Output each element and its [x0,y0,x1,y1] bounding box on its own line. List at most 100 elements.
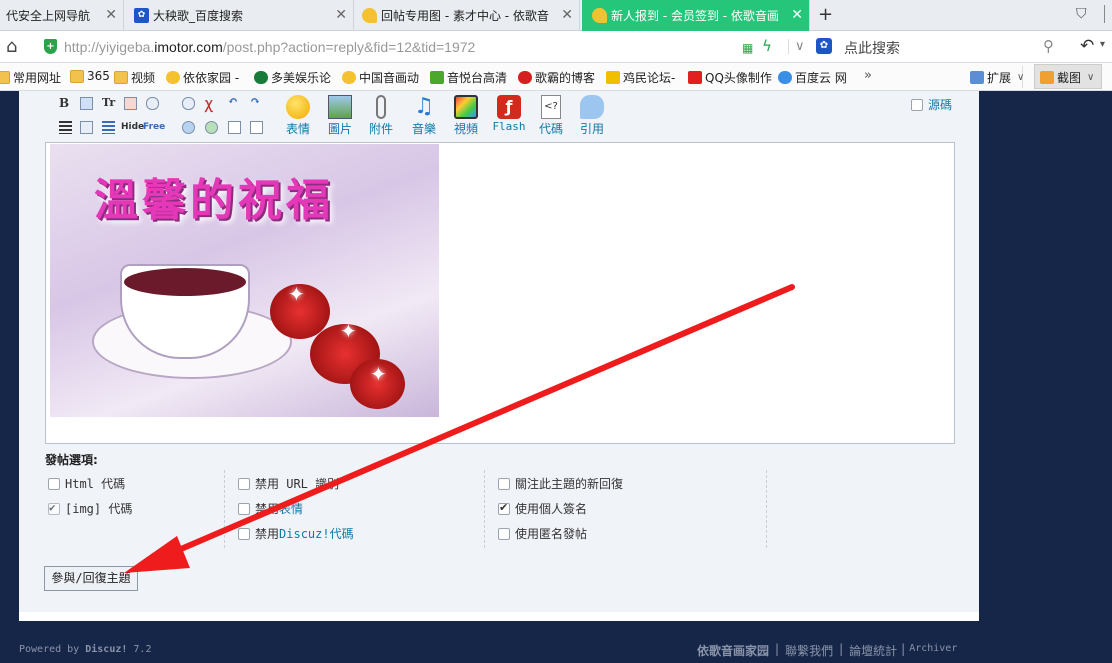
window-control[interactable] [1104,5,1112,23]
close-icon[interactable]: ✕ [791,7,803,23]
new-tab-icon[interactable]: + [818,4,833,25]
bookmark-item[interactable]: 视频 [114,69,155,86]
close-icon[interactable]: ✕ [105,7,117,23]
close-icon[interactable]: ✕ [335,7,347,23]
option-img-code[interactable]: [img] 代碼 [48,500,132,517]
bookmarks-bar: 常用网址 365 视频 依依家园 - 多美娱乐论 中国音画动 音悦台高清 歌霸的… [0,63,1112,91]
source-label: 源碼 [928,98,953,112]
option-html-code[interactable]: Html 代碼 [48,475,125,492]
option-use-signature[interactable]: 使用個人簽名 [498,500,587,517]
submit-reply-button[interactable]: 參與/回復主題 [44,566,138,591]
option-anonymous[interactable]: 使用匿名發帖 [498,525,587,542]
tab-title: 代安全上网导航 [6,9,91,23]
redo-icon[interactable]: ↷ [250,94,260,108]
jm-icon [606,71,620,84]
search-placeholder: 点此搜索 [844,41,900,57]
extensions-button[interactable]: 扩展 ∨ [970,69,1024,86]
footer-powered-by: Powered by Discuz! 7.2 [19,644,152,655]
tab-reply-image[interactable]: 回帖专用图 - 素才中心 - 依歌音 ✕ [354,0,580,31]
undo-icon[interactable]: ↶ [1080,36,1094,56]
checkbox[interactable] [498,527,510,540]
footer-link-stats[interactable]: 論壇統計 [849,642,897,659]
smilies-link[interactable]: 表情 [279,500,303,517]
bookmark-item[interactable]: 多美娱乐论 [254,69,331,86]
home-icon[interactable]: ⌂ [6,36,17,57]
shield-icon[interactable]: + [44,39,57,54]
skin-icon[interactable]: ⛉ [1076,6,1087,22]
align-icon[interactable] [59,121,72,134]
post-editor[interactable]: 溫馨的祝福 ✦ ✦ ✦ [45,142,955,444]
toolbar-music[interactable]: ♫ 音樂 [406,95,442,137]
undo-icon[interactable]: ↶ [228,94,238,108]
free-icon[interactable]: Free [143,122,165,132]
font-size-icon[interactable]: Tr [102,96,115,109]
grid-icon[interactable]: ▦ [742,41,753,55]
link-icon[interactable] [146,97,159,110]
source-checkbox[interactable] [911,98,923,111]
folder-icon [0,71,10,84]
bookmark-item[interactable]: 中国音画动 [342,69,419,86]
checkbox[interactable] [238,477,250,490]
bookmark-item[interactable]: 音悦台高清 [430,69,507,86]
toolbar-emoticon[interactable]: 表情 [280,95,316,137]
tab-navigation[interactable]: 代安全上网导航 ✕ [0,0,124,31]
chevron-down-icon[interactable]: ∨ [788,39,805,54]
tab-baidu-search[interactable]: ✿ 大秧歌_百度搜索 ✕ [124,0,354,31]
bookmark-item[interactable]: 365 [70,69,110,83]
hide-icon[interactable]: Hide [121,122,144,132]
url-field[interactable]: http://yiyigeba.imotor.com/post.php?acti… [64,39,475,55]
checkbox-checked[interactable] [48,501,60,515]
toolbar-image[interactable]: 圖片 [322,95,358,137]
toolbar-flash[interactable]: ƒ Flash [491,95,527,133]
discuz-code-link[interactable]: Discuz!代碼 [279,525,354,542]
chevron-down-icon[interactable]: ▾ [1100,39,1105,50]
bookmark-item[interactable]: 常用网址 [0,69,61,86]
toolbar-code[interactable]: <? 代碼 [533,95,569,137]
option-disable-smilies[interactable]: 禁用 表情 [238,500,303,517]
search-icon[interactable]: ⚲ [1043,37,1054,55]
remove-format-icon[interactable]: Ꭓ [205,96,213,113]
checkbox-checked[interactable] [498,501,510,515]
divider [484,470,485,548]
option-follow-thread[interactable]: 關注此主題的新回復 [498,475,623,492]
discuz-link[interactable]: Discuz! [85,644,127,655]
address-bar: ⌂ + http://yiyigeba.imotor.com/post.php?… [0,31,1112,63]
option-disable-url[interactable]: 禁用 URL 識別 [238,475,339,492]
footer-link-archiver[interactable]: Archiver [909,642,957,659]
option-disable-discuz-code[interactable]: 禁用 Discuz!代碼 [238,525,354,542]
close-icon[interactable]: ✕ [561,7,573,23]
page-icon[interactable] [228,121,241,134]
bookmark-item[interactable]: 歌霸的博客 [518,69,595,86]
play-icon[interactable] [205,121,218,134]
table-icon[interactable] [80,121,93,134]
tab-newcomer-checkin[interactable]: 新人报到 - 会员签到 - 依歌音画 ✕ [582,0,810,31]
heart-icon [342,71,356,84]
footer-link-contact[interactable]: 聯繫我們 [785,642,833,659]
checkbox[interactable] [238,502,250,515]
checkbox[interactable] [238,527,250,540]
document-icon[interactable] [250,121,263,134]
bookmarks-more[interactable]: » [864,68,872,83]
color-icon[interactable] [124,97,137,110]
font-icon[interactable] [80,97,93,110]
checkbox[interactable] [48,477,60,490]
extensions-icon [970,71,984,84]
toolbar-quote[interactable]: 引用 [574,95,610,137]
bookmark-item[interactable]: 依依家园 - [166,69,239,86]
screenshot-label[interactable]: 截图 ∨ [1040,69,1094,86]
toolbar-attachment[interactable]: 附件 [363,95,399,137]
lightning-icon[interactable]: ϟ [762,37,772,55]
footer-link-home[interactable]: 依歌音画家园 [697,642,769,659]
unlink-icon[interactable] [182,97,195,110]
list-icon[interactable] [102,121,115,134]
toolbar-video[interactable]: 視頻 [448,95,484,137]
insert-link-icon[interactable] [182,121,195,134]
bookmark-item[interactable]: 鸡民论坛- [606,69,675,86]
checkbox[interactable] [498,477,510,490]
bookmark-item[interactable]: 百度云 网 [778,69,847,86]
sparkle-icon: ✦ [340,319,357,343]
source-mode-toggle[interactable]: 源碼 [911,96,952,113]
search-box[interactable]: ✿ 点此搜索 ⚲ [816,35,1066,59]
bold-button[interactable]: B [59,96,69,110]
bookmark-item[interactable]: QQ头像制作 [688,69,772,86]
